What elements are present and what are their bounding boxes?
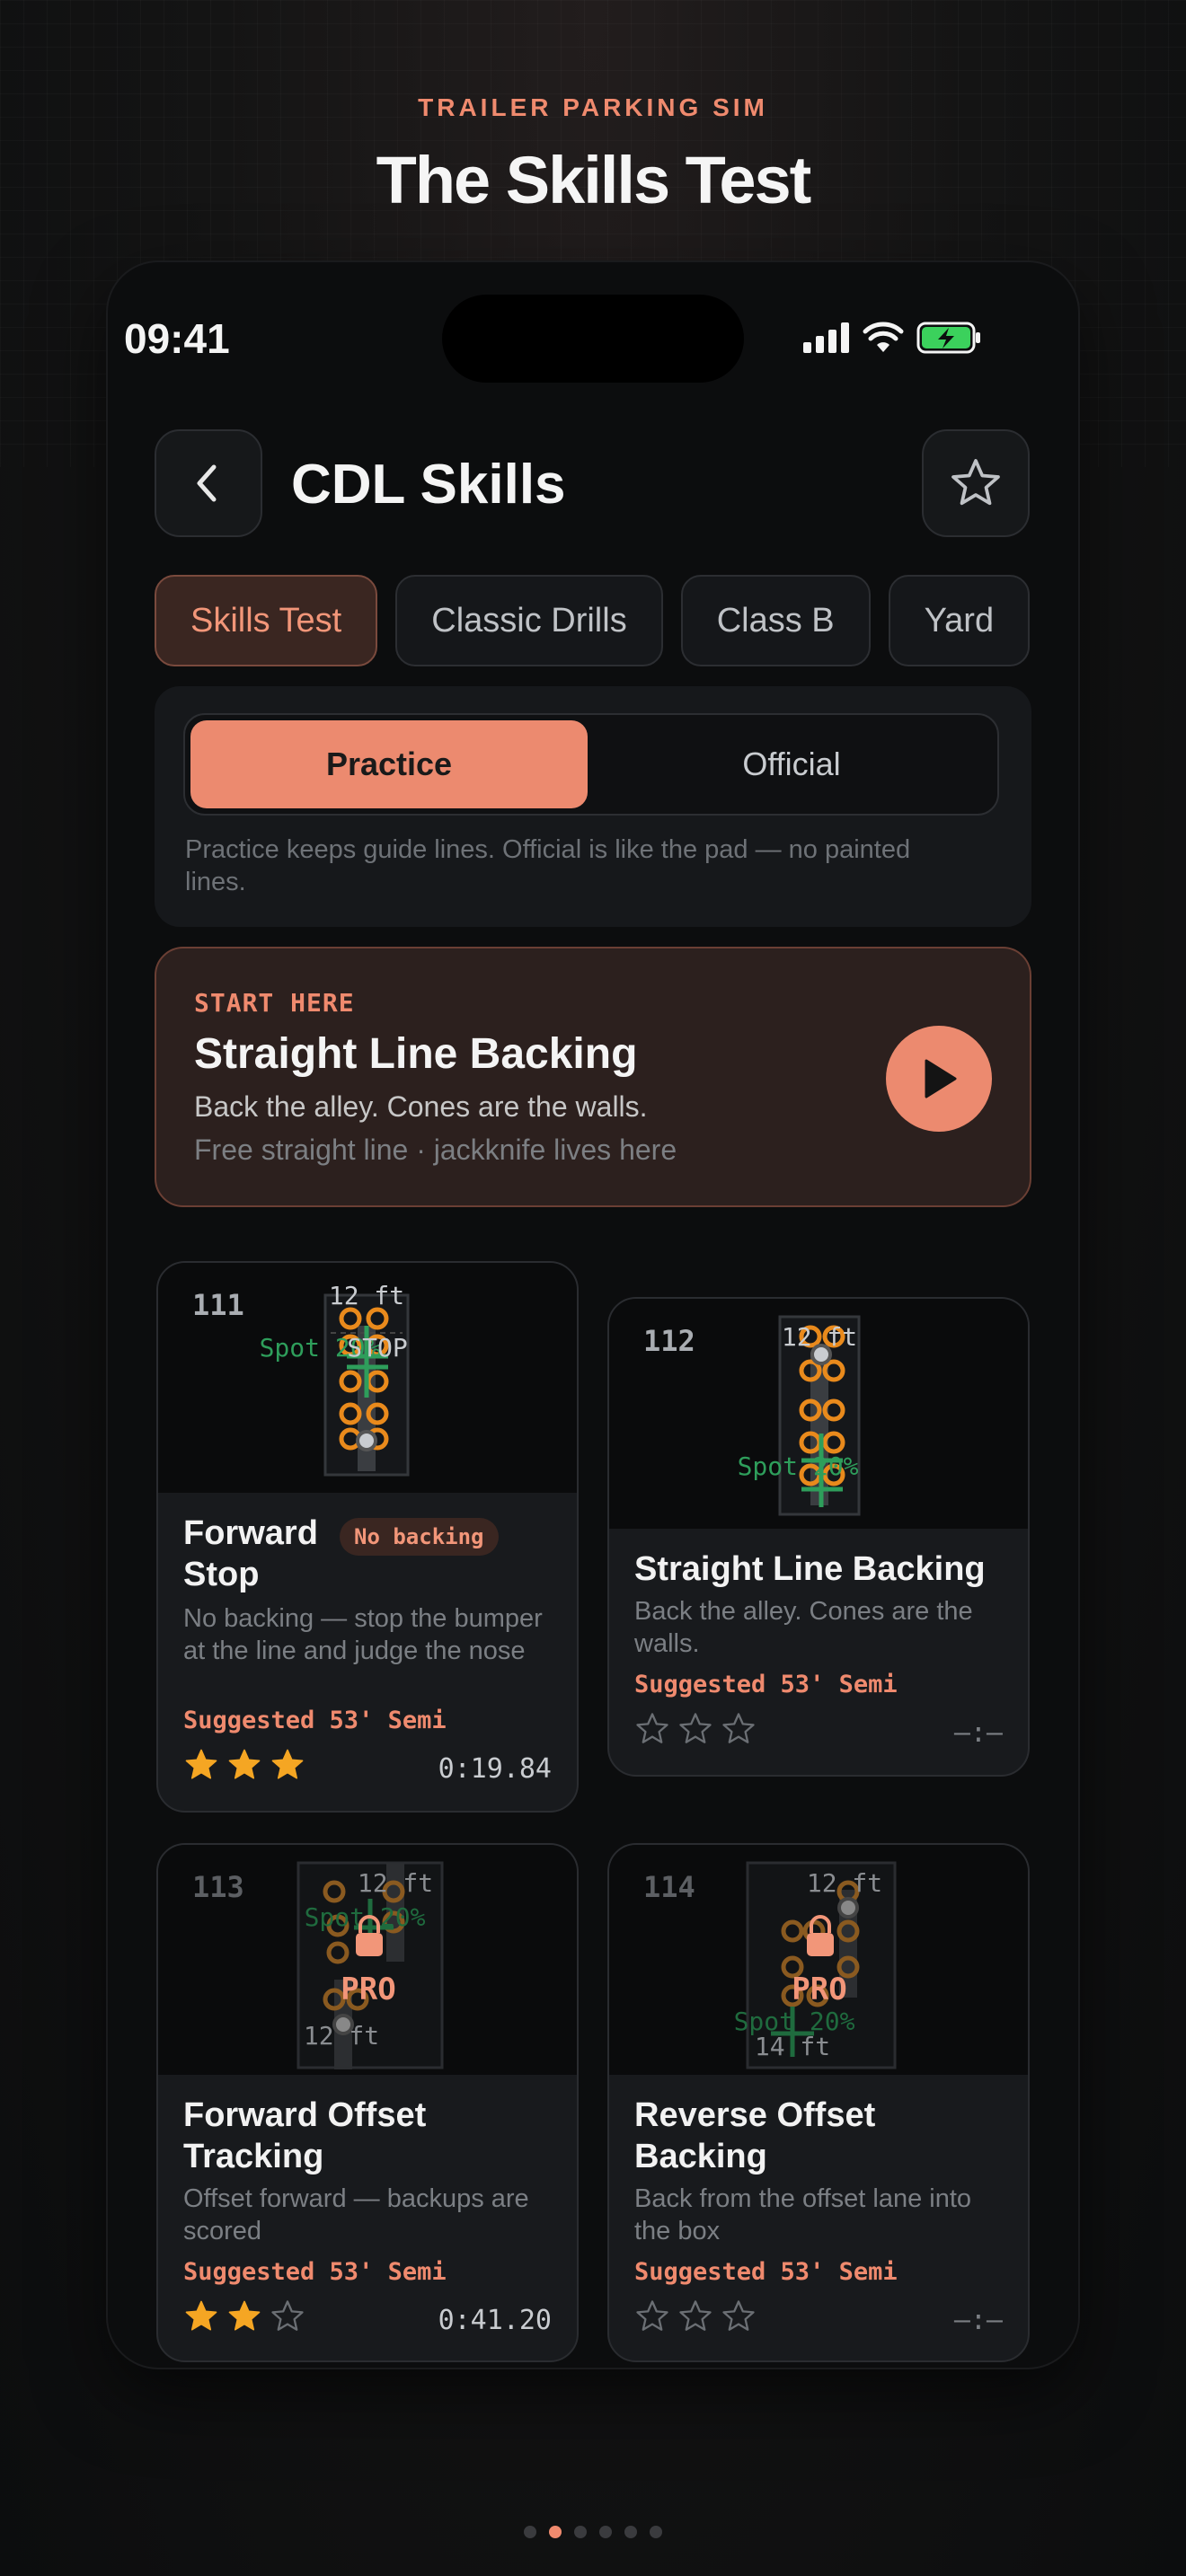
level-number: 114 [643,1870,695,1904]
page-title: CDL Skills [291,454,566,516]
level-best-time: 0:41.20 [438,2305,552,2336]
level-number: 111 [192,1288,244,1322]
thumb-width-label: 12 ft [329,1281,404,1310]
level-thumbnail: 12 ft Spot 20% 112 [609,1299,1028,1529]
star-filled-icon [185,1749,217,1779]
back-button[interactable] [155,429,262,537]
level-description: Back the alley. Cones are the walls. [634,1597,973,1658]
level-description: Back from the offset lane into the box [634,2184,972,2245]
featured-subtitle: Back the alley. Cones are the walls. [194,1090,648,1123]
level-stars [634,1712,757,1746]
tab-yard[interactable]: Yard [888,575,1030,666]
mode-official-option[interactable]: Official [593,720,990,808]
hero-eyebrow: TRAILER PARKING SIM [418,93,768,121]
featured-meta: Free straight line · jackknife lives her… [194,1134,677,1166]
level-stars [183,2299,305,2333]
level-title-line: Stop [183,1556,260,1593]
level-thumbnail: 12 ft Spot 20% STOP 111 [158,1263,577,1493]
level-thumbnail: 12 ft Spot 20% 12 ft PRO 113 [158,1845,577,2075]
level-title-line: Forward Offset [183,2096,427,2134]
mode-panel: Practice Official Practice keeps guide l… [155,686,1031,927]
star-outline-icon [679,2300,712,2331]
status-icons [803,322,983,354]
level-suggested-vehicle: Suggested 53' Semi [634,1671,898,1698]
star-outline-icon [722,2300,755,2331]
play-button[interactable] [886,1026,992,1132]
thumb-width-label: 12 ft [358,1868,433,1898]
star-filled-icon [271,1749,304,1779]
tab-skills-test[interactable]: Skills Test [155,575,378,666]
level-description: Offset forward — backups are scored [183,2184,529,2245]
category-tabs: Skills Test Classic Drills Class B Yard [155,575,1030,668]
featured-title: Straight Line Backing [194,1030,638,1078]
level-number: 112 [643,1324,695,1358]
signal-icon [803,322,849,353]
featured-eyebrow: START HERE [194,988,355,1018]
play-icon [925,1059,957,1098]
thumb-width-label-2: 14 ft [755,2032,830,2061]
thumb-width-label: 12 ft [807,1868,882,1898]
level-description: No backing — stop the bumper at the line… [183,1604,543,1665]
battery-charging-icon [916,322,980,354]
mode-practice-option[interactable]: Practice [190,720,588,808]
level-card-114[interactable]: 12 ft Spot 20% 14 ft PRO 114 Reverse Off… [607,1843,1030,2362]
level-suggested-vehicle: Suggested 53' Semi [183,2258,447,2286]
thumb-width-label-2: 12 ft [304,2021,379,2051]
tab-class-b[interactable]: Class B [680,575,871,666]
level-best-time: 0:19.84 [438,1753,552,1785]
tab-classic-drills[interactable]: Classic Drills [395,575,663,666]
level-title: Reverse Offset Backing [634,2095,875,2177]
star-outline-icon [636,2300,668,2331]
star-outline-icon [636,1713,668,1743]
level-stars [634,2299,757,2333]
star-filled-icon [228,2300,261,2331]
star-outline-icon [722,1713,755,1743]
thumb-spot-label: Spot 20% [738,1451,859,1481]
level-suggested-vehicle: Suggested 53' Semi [634,2258,898,2286]
level-card-111[interactable]: 12 ft Spot 20% STOP 111 Forward Stop No … [156,1261,579,1813]
star-outline-icon [679,1713,712,1743]
level-stars [183,1748,305,1782]
page-dot[interactable] [574,2526,587,2538]
level-card-113[interactable]: 12 ft Spot 20% 12 ft PRO 113 Forward Off… [156,1843,579,2362]
page-dot[interactable] [524,2526,536,2538]
status-time: 09:41 [124,315,230,362]
level-number: 113 [192,1870,244,1904]
level-title-line: Backing [634,2138,767,2175]
pro-label: PRO [792,1972,846,2007]
dynamic-island [442,295,744,383]
star-outline-icon [271,2300,304,2331]
page-indicator [0,2526,1186,2538]
featured-card[interactable]: START HERE Straight Line Backing Back th… [155,947,1031,1207]
page-dot[interactable] [624,2526,637,2538]
page-dot[interactable] [599,2526,612,2538]
wifi-icon [863,322,904,352]
level-title-line: Forward [183,1514,318,1552]
level-best-time: –:— [953,1717,1003,1749]
level-thumbnail: 12 ft Spot 20% 14 ft PRO 114 [609,1845,1028,2075]
thumb-stop-label: STOP [347,1333,407,1363]
level-title: Forward Offset Tracking [183,2095,426,2177]
level-suggested-vehicle: Suggested 53' Semi [183,1707,447,1734]
page-dot[interactable] [549,2526,562,2538]
hero-title: The Skills Test [376,143,812,217]
level-best-time: –:— [953,2305,1003,2336]
level-title-line: Reverse Offset [634,2096,876,2134]
level-title-line: Tracking [183,2138,324,2175]
thumb-width-label: 12 ft [782,1322,857,1352]
star-filled-icon [185,2300,217,2331]
no-backing-badge: No backing [340,1518,499,1556]
chevron-left-icon [197,464,217,502]
favorite-button[interactable] [922,429,1030,537]
page-dot[interactable] [650,2526,662,2538]
pro-label: PRO [341,1972,395,2007]
mode-segmented-control: Practice Official [183,713,999,816]
level-card-112[interactable]: 12 ft Spot 20% 112 Straight Line Backing… [607,1297,1030,1777]
level-title: Straight Line Backing [634,1550,986,1588]
level-title: Forward Stop [183,1513,318,1595]
star-filled-icon [228,1749,261,1779]
star-outline-icon [951,459,1000,506]
mode-hint: Practice keeps guide lines. Official is … [185,835,911,896]
